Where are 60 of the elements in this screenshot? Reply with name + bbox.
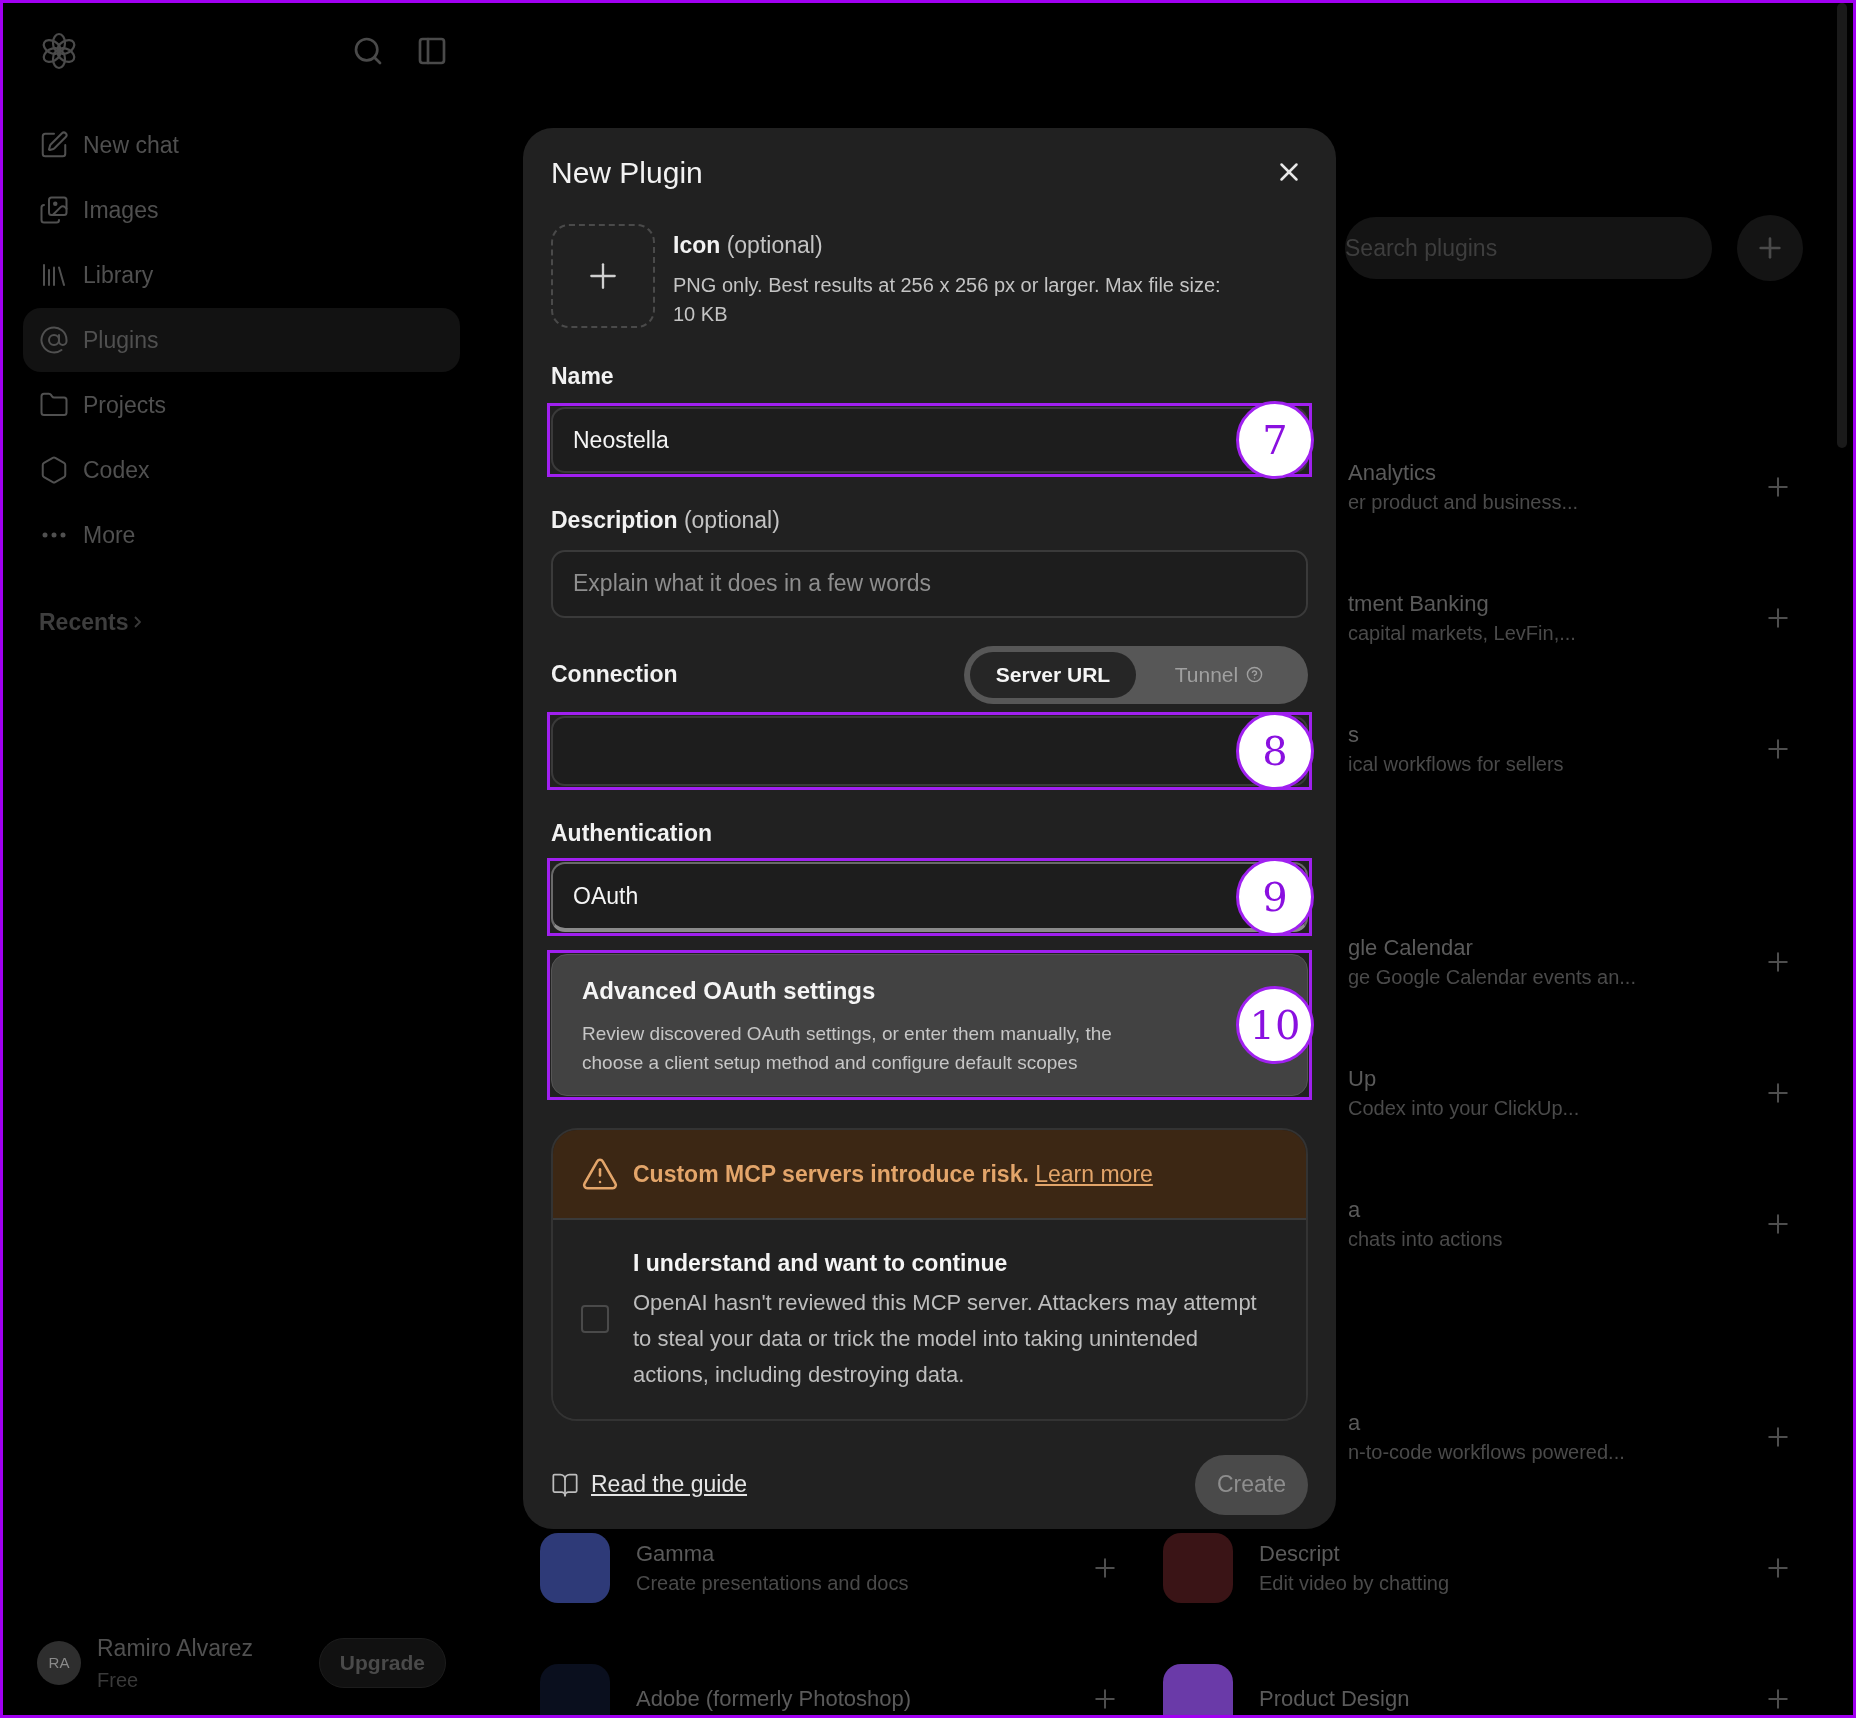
images-icon	[39, 195, 69, 225]
plugin-title: Adobe (formerly Photoshop)	[636, 1685, 912, 1712]
nav-item[interactable]: Codex	[23, 438, 460, 502]
segment-tab[interactable]: Tunnel	[1136, 651, 1302, 698]
plugin-description: chats into actions	[1348, 1226, 1503, 1251]
search-icon[interactable]	[352, 35, 384, 67]
nav-item[interactable]: Images	[23, 178, 460, 242]
upgrade-button[interactable]: Upgrade	[318, 1637, 446, 1688]
confirm-title: I understand and want to continue	[633, 1249, 1009, 1278]
scrollbar-thumb[interactable]	[1837, 3, 1847, 448]
read-guide-link[interactable]: Read the guide	[591, 1467, 747, 1502]
plugin-title: Analytics	[1348, 459, 1438, 486]
sidebar-toggle-icon[interactable]	[416, 35, 448, 67]
nav-item[interactable]: Projects	[23, 373, 460, 437]
plugin-description: Create presentations and docs	[636, 1570, 909, 1595]
icon-hint: PNG only. Best results at 256 x 256 px or larger. Max file size: 10 KB	[673, 272, 1222, 327]
server-url-field[interactable]	[551, 715, 1308, 786]
plugin-description: Edit video by chatting	[1259, 1570, 1450, 1595]
dialog-title: New Plugin	[551, 154, 703, 191]
nav-item[interactable]: New chat	[23, 113, 460, 177]
avatar[interactable]: RA	[37, 1640, 81, 1685]
plugin-description: er product and business...	[1348, 489, 1579, 514]
pen-square-icon	[39, 130, 69, 160]
field-label: Name	[551, 361, 615, 391]
confirm-checkbox[interactable]	[581, 1305, 609, 1334]
plugin-title: Gamma	[636, 1540, 716, 1567]
plugin-description: ge Google Calendar events an...	[1348, 964, 1636, 989]
icon-upload-button[interactable]	[551, 224, 655, 328]
hexagon-icon	[39, 455, 69, 485]
field-label: Connection	[551, 660, 678, 690]
user-plan: Free	[97, 1668, 140, 1693]
plugin-description: ical workflows for sellers	[1348, 751, 1564, 776]
chevron-right-icon	[134, 616, 142, 629]
help-icon	[1246, 666, 1264, 683]
plugin-description: n-to-code workflows powered...	[1348, 1439, 1625, 1464]
plugin-title: Up	[1348, 1065, 1378, 1092]
warning-text: Custom MCP servers introduce risk. Learn more	[633, 1159, 1153, 1189]
at-sign-icon	[39, 325, 69, 355]
plugin-description: capital markets, LevFin,...	[1348, 620, 1576, 645]
recents-header[interactable]: Recents	[23, 605, 158, 640]
more-icon	[42, 532, 66, 538]
segment-tab[interactable]: Server URL	[970, 651, 1136, 698]
plugin-title: gle Calendar	[1348, 934, 1474, 961]
plugin-title: s	[1348, 721, 1360, 748]
confirm-body: OpenAI hasn't reviewed this MCP server. Attackers may attempt to steal your data or trick the model into taking unintended actions, including destroying data.	[633, 1288, 1258, 1389]
nav-item[interactable]: Plugins	[23, 308, 460, 372]
field-label: Description (optional)	[551, 506, 781, 535]
user-name: Ramiro Alvarez	[97, 1633, 253, 1663]
plugin-title: Product Design	[1259, 1685, 1410, 1712]
plugin-title: a	[1348, 1196, 1362, 1223]
plugin-title: Descript	[1259, 1540, 1341, 1567]
plugin-title: a	[1348, 1409, 1362, 1436]
nav-item[interactable]: Library	[23, 243, 460, 307]
learn-more-link[interactable]: Learn more	[1035, 1160, 1153, 1187]
description-field[interactable]: Explain what it does in a few words	[551, 549, 1308, 618]
plugin-description: Codex into your ClickUp...	[1348, 1095, 1580, 1120]
icon-label: Icon (optional)	[673, 231, 824, 260]
field-label: Authentication	[551, 818, 713, 848]
nav-item[interactable]: More	[23, 503, 460, 567]
plugin-title: tment Banking	[1348, 590, 1490, 617]
